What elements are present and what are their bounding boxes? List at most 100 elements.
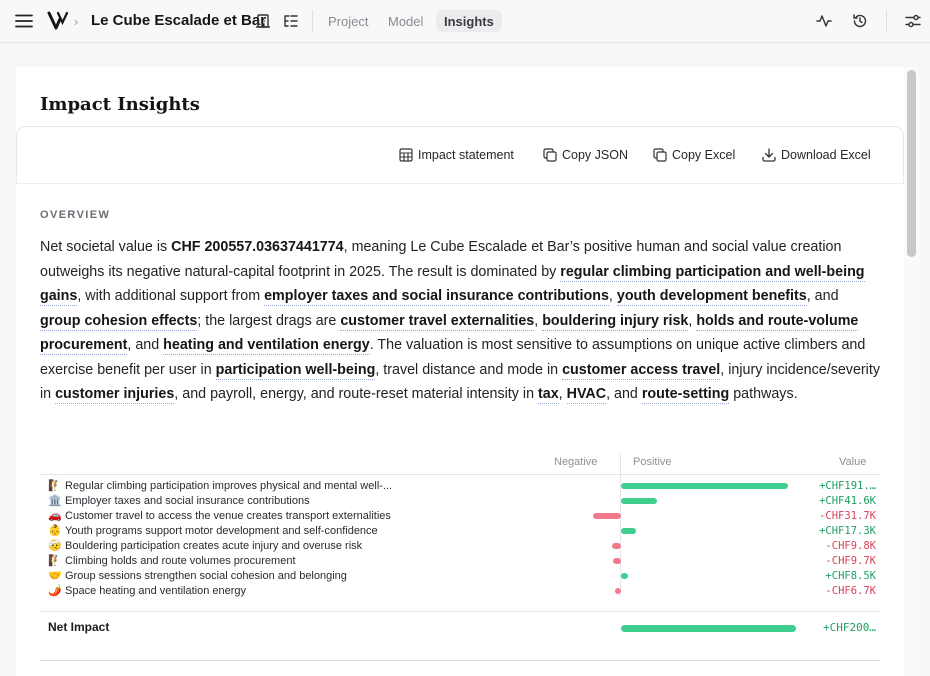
copy-icon (543, 148, 557, 162)
row-emoji-icon: 🤕 (48, 540, 62, 552)
row-emoji-icon: 👶 (48, 525, 62, 537)
divider (886, 10, 887, 32)
building-icon[interactable] (253, 11, 273, 31)
positive-bar (621, 483, 788, 489)
row-emoji-icon: 🧗 (48, 555, 62, 567)
impact-row[interactable]: 🤕 Bouldering participation creates acute … (40, 539, 880, 554)
breadcrumb-separator: › (73, 13, 79, 29)
narrative-text: , (534, 312, 543, 329)
page-title: Impact Insights (40, 94, 200, 115)
row-label: Group sessions strengthen social cohesio… (65, 570, 347, 582)
row-emoji-icon: 🤝 (48, 570, 62, 582)
top-bar: › Le Cube Escalade et Bar Project Model … (0, 0, 930, 43)
row-value: +CHF191.… (819, 480, 876, 492)
narrative-text: , (558, 386, 567, 402)
net-impact-value: +CHF200… (823, 621, 876, 634)
narrative-text: pathways. (729, 386, 798, 402)
row-label: Youth programs support motor development… (65, 525, 378, 537)
row-emoji-icon: 🌶️ (48, 585, 62, 597)
overview-narrative: Net societal value is CHF 200557.0363744… (40, 235, 880, 407)
link-route-setting[interactable]: route-setting (641, 386, 730, 404)
link-tax[interactable]: tax (538, 386, 559, 404)
narrative-text: , and (606, 386, 642, 402)
row-emoji-icon: 🧗 (48, 480, 62, 492)
project-title[interactable]: Le Cube Escalade et Bar (91, 12, 266, 29)
row-label: Customer travel to access the venue crea… (65, 510, 391, 522)
row-value: +CHF41.6K (819, 495, 876, 507)
narrative-text: , with additional support from (77, 288, 265, 304)
tree-list-icon[interactable] (281, 11, 301, 31)
impact-row[interactable]: 🧗 Climbing holds and route volumes procur… (40, 554, 880, 569)
copy-excel-button[interactable]: Copy Excel (653, 146, 735, 164)
divider (312, 10, 313, 32)
impact-row[interactable]: 👶 Youth programs support motor developmen… (40, 524, 880, 539)
copy-json-button[interactable]: Copy JSON (543, 146, 628, 164)
narrative-text: , and (127, 337, 164, 353)
impact-row[interactable]: 🚗 Customer travel to access the venue cre… (40, 509, 880, 524)
app-logo-icon[interactable] (46, 9, 70, 33)
net-impact-row[interactable]: Net Impact +CHF200… (40, 620, 880, 636)
net-impact-label: Net Impact (48, 620, 110, 634)
link-customer-injuries[interactable]: customer injuries (55, 386, 175, 404)
link-participation-wellbeing[interactable]: participation well-being (215, 361, 376, 380)
value-column-header: Value (839, 456, 867, 468)
row-label: Climbing holds and route volumes procure… (65, 555, 296, 567)
tab-insights[interactable]: Insights (436, 10, 502, 32)
menu-icon[interactable] (13, 10, 35, 32)
net-divider (40, 611, 880, 612)
narrative-text: , (608, 288, 617, 304)
scrollbar-thumb[interactable] (907, 70, 916, 257)
positive-bar (621, 528, 637, 534)
link-customer-travel[interactable]: customer travel externalities (340, 312, 535, 331)
row-value: -CHF31.7K (819, 510, 876, 522)
narrative-text: ; the largest drags are (197, 312, 341, 329)
download-excel-label: Download Excel (781, 148, 871, 162)
row-value: +CHF8.5K (825, 570, 876, 582)
activity-icon[interactable] (813, 10, 835, 32)
section-divider (40, 660, 880, 661)
positive-bar (621, 573, 629, 579)
link-youth-development[interactable]: youth development benefits (616, 288, 807, 306)
impact-statement-label: Impact statement (418, 148, 514, 162)
narrative-text: , and payroll, energy, and route-reset m… (174, 386, 538, 402)
tab-model[interactable]: Model (380, 10, 431, 32)
tab-project[interactable]: Project (320, 10, 376, 32)
copy-excel-label: Copy Excel (672, 148, 736, 162)
impact-row[interactable]: 🧗 Regular climbing participation improves… (40, 479, 880, 494)
impact-row[interactable]: 🌶️ Space heating and ventilation energy -C… (40, 584, 880, 599)
negative-bar (593, 513, 621, 519)
link-group-cohesion[interactable]: group cohesion effects (40, 312, 198, 331)
row-value: -CHF6.7K (825, 585, 876, 597)
link-employer-taxes[interactable]: employer taxes and social insurance cont… (264, 288, 609, 306)
row-label: Regular climbing participation improves … (65, 480, 393, 492)
row-value: +CHF17.3K (819, 525, 876, 537)
impact-statement-button[interactable]: Impact statement (399, 146, 514, 164)
negative-bar (612, 543, 621, 549)
download-excel-button[interactable]: Download Excel (762, 146, 871, 164)
positive-bar (621, 498, 658, 504)
narrative-text: , and (806, 288, 839, 304)
row-emoji-icon: 🚗 (48, 510, 62, 522)
narrative-text: Net societal value is (40, 239, 172, 255)
link-customer-access-travel[interactable]: customer access travel (562, 361, 721, 380)
download-icon (762, 148, 776, 162)
link-bouldering-injury[interactable]: bouldering injury risk (542, 312, 689, 331)
narrative-text: , travel distance and mode in (375, 361, 563, 378)
row-emoji-icon: 🏛️ (48, 495, 62, 507)
impact-row[interactable]: 🤝 Group sessions strengthen social cohesi… (40, 569, 880, 584)
history-icon[interactable] (849, 10, 871, 32)
link-heating-ventilation[interactable]: heating and ventilation energy (163, 337, 370, 355)
row-value: -CHF9.8K (825, 540, 876, 552)
link-hvac[interactable]: HVAC (566, 386, 607, 404)
net-value: CHF 200557.03637441774 (171, 239, 344, 255)
chart-header-divider (40, 474, 880, 475)
settings-sliders-icon[interactable] (902, 10, 924, 32)
copy-json-label: Copy JSON (562, 148, 628, 162)
negative-bar (615, 588, 621, 594)
table-icon (399, 148, 413, 162)
net-impact-bar (621, 625, 797, 632)
negative-column-header: Negative (554, 456, 598, 468)
impact-row[interactable]: 🏛️ Employer taxes and social insurance co… (40, 494, 880, 509)
overview-heading: OVERVIEW (40, 209, 111, 221)
copy-icon (653, 148, 667, 162)
